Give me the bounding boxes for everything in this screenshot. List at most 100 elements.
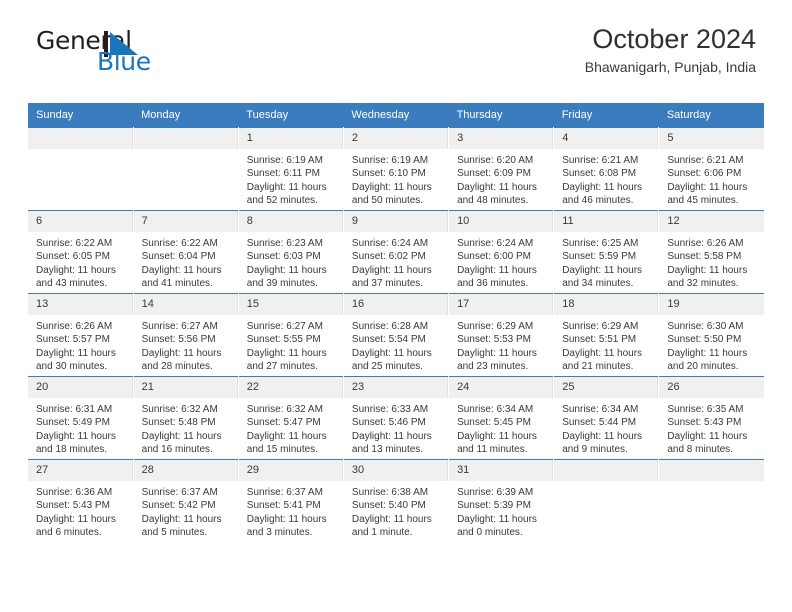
- weekday-header-thursday: Thursday: [448, 103, 554, 128]
- calendar-day-cell[interactable]: 29 Sunrise: 6:37 AM Sunset: 5:41 PM Dayligh…: [238, 459, 344, 542]
- day-number: 1: [238, 128, 343, 149]
- daylight-text: Daylight: 11 hours and 11 minutes.: [457, 430, 537, 456]
- calendar-day-cell[interactable]: 27 Sunrise: 6:36 AM Sunset: 5:43 PM Dayligh…: [28, 459, 134, 542]
- calendar-day-cell[interactable]: 4 Sunrise: 6:21 AM Sunset: 6:08 PM Daylight…: [553, 127, 660, 211]
- sunrise-text: Sunrise: 6:32 AM: [141, 404, 218, 415]
- calendar-day-cell[interactable]: 26 Sunrise: 6:35 AM Sunset: 5:43 PM Dayligh…: [658, 376, 764, 460]
- calendar-day-cell[interactable]: 28 Sunrise: 6:37 AM Sunset: 5:42 PM Dayligh…: [133, 459, 239, 542]
- day-details: Sunrise: 6:37 AM Sunset: 5:42 PM Daylight:…: [134, 481, 238, 540]
- day-number: 23: [343, 377, 449, 398]
- calendar-day-cell[interactable]: 22 Sunrise: 6:32 AM Sunset: 5:47 PM Dayligh…: [238, 376, 344, 460]
- calendar-day-cell[interactable]: 31 Sunrise: 6:39 AM Sunset: 5:39 PM Dayligh…: [448, 459, 555, 542]
- day-number: 28: [133, 460, 238, 481]
- calendar-day-cell[interactable]: 1 Sunrise: 6:19 AM Sunset: 6:11 PM Daylight…: [238, 127, 344, 211]
- sunrise-text: Sunrise: 6:27 AM: [246, 321, 323, 332]
- sunrise-text: Sunrise: 6:35 AM: [667, 404, 744, 415]
- daylight-text: Daylight: 11 hours and 50 minutes.: [351, 181, 432, 207]
- title-block: October 2024 Bhawanigarh, Punjab, India: [585, 22, 756, 78]
- daylight-text: Daylight: 11 hours and 3 minutes.: [246, 513, 327, 539]
- daylight-text: Daylight: 11 hours and 0 minutes.: [457, 513, 537, 539]
- calendar-body: 1 Sunrise: 6:19 AM Sunset: 6:11 PM Daylight…: [28, 127, 764, 542]
- day-details: Sunrise: 6:30 AM Sunset: 5:50 PM Daylight:…: [659, 315, 764, 374]
- calendar-day-cell[interactable]: 18 Sunrise: 6:29 AM Sunset: 5:51 PM Dayligh…: [553, 293, 660, 377]
- weekday-header-monday: Monday: [133, 103, 239, 128]
- calendar-day-cell[interactable]: 30 Sunrise: 6:38 AM Sunset: 5:40 PM Dayligh…: [343, 459, 450, 542]
- sunrise-text: Sunrise: 6:33 AM: [351, 404, 429, 415]
- calendar-day-cell[interactable]: 23 Sunrise: 6:33 AM Sunset: 5:46 PM Dayligh…: [343, 376, 450, 460]
- page-header: General Blue October 2024 Bhawanigarh, P…: [28, 0, 764, 76]
- sunset-text: Sunset: 6:06 PM: [667, 168, 742, 180]
- calendar-day-cell[interactable]: 9 Sunrise: 6:24 AM Sunset: 6:02 PM Daylight…: [343, 210, 450, 294]
- day-details: Sunrise: 6:24 AM Sunset: 6:02 PM Daylight:…: [344, 232, 448, 291]
- day-number: 12: [659, 211, 764, 232]
- calendar-day-cell[interactable]: 14 Sunrise: 6:27 AM Sunset: 5:56 PM Dayligh…: [133, 293, 239, 377]
- calendar-week-row: 20 Sunrise: 6:31 AM Sunset: 5:49 PM Dayligh…: [28, 376, 764, 460]
- day-details: Sunrise: 6:39 AM Sunset: 5:39 PM Daylight:…: [449, 481, 553, 540]
- day-details: Sunrise: 6:29 AM Sunset: 5:51 PM Daylight:…: [554, 315, 658, 374]
- daylight-text: Daylight: 11 hours and 23 minutes.: [457, 347, 537, 373]
- calendar-day-cell[interactable]: 20 Sunrise: 6:31 AM Sunset: 5:49 PM Dayligh…: [28, 376, 134, 460]
- calendar-day-cell[interactable]: 6 Sunrise: 6:22 AM Sunset: 6:05 PM Daylight…: [28, 210, 134, 294]
- day-number: [133, 128, 238, 149]
- day-details: Sunrise: 6:21 AM Sunset: 6:06 PM Daylight:…: [659, 149, 764, 208]
- calendar-day-cell[interactable]: 25 Sunrise: 6:34 AM Sunset: 5:44 PM Dayligh…: [553, 376, 660, 460]
- calendar-day-cell[interactable]: 8 Sunrise: 6:23 AM Sunset: 6:03 PM Daylight…: [238, 210, 344, 294]
- sunset-text: Sunset: 5:43 PM: [667, 417, 742, 429]
- day-details: Sunrise: 6:35 AM Sunset: 5:43 PM Daylight:…: [659, 398, 764, 457]
- daylight-text: Daylight: 11 hours and 37 minutes.: [351, 264, 432, 290]
- day-details: Sunrise: 6:20 AM Sunset: 6:09 PM Daylight:…: [449, 149, 553, 208]
- sunrise-text: Sunrise: 6:34 AM: [457, 404, 534, 415]
- day-number: 5: [659, 128, 764, 149]
- sunrise-text: Sunrise: 6:19 AM: [246, 155, 323, 166]
- sunset-text: Sunset: 5:41 PM: [246, 500, 321, 512]
- calendar-day-cell[interactable]: 16 Sunrise: 6:28 AM Sunset: 5:54 PM Dayligh…: [343, 293, 450, 377]
- sunrise-text: Sunrise: 6:30 AM: [667, 321, 744, 332]
- calendar-day-cell[interactable]: 13 Sunrise: 6:26 AM Sunset: 5:57 PM Dayligh…: [28, 293, 134, 377]
- page-subtitle: Bhawanigarh, Punjab, India: [584, 59, 756, 75]
- day-details: Sunrise: 6:32 AM Sunset: 5:47 PM Daylight:…: [239, 398, 343, 457]
- day-details: Sunrise: 6:26 AM Sunset: 5:58 PM Daylight:…: [659, 232, 764, 291]
- sunrise-text: Sunrise: 6:22 AM: [141, 238, 218, 249]
- calendar-day-cell[interactable]: 19 Sunrise: 6:30 AM Sunset: 5:50 PM Dayligh…: [658, 293, 764, 377]
- day-details: Sunrise: 6:37 AM Sunset: 5:41 PM Daylight:…: [239, 481, 343, 540]
- calendar-day-cell[interactable]: 11 Sunrise: 6:25 AM Sunset: 5:59 PM Dayligh…: [553, 210, 660, 294]
- daylight-text: Daylight: 11 hours and 20 minutes.: [667, 347, 748, 373]
- sunset-text: Sunset: 5:50 PM: [667, 334, 742, 346]
- day-number: [554, 460, 659, 481]
- calendar-day-cell[interactable]: 5 Sunrise: 6:21 AM Sunset: 6:06 PM Daylight…: [658, 127, 764, 211]
- sunset-text: Sunset: 6:00 PM: [457, 251, 531, 263]
- calendar-day-cell-empty: [553, 459, 660, 542]
- daylight-text: Daylight: 11 hours and 1 minute.: [351, 513, 432, 539]
- day-number: 21: [133, 377, 238, 398]
- page-title: October 2024: [592, 24, 756, 54]
- day-number: 20: [28, 377, 133, 398]
- sunset-text: Sunset: 5:59 PM: [562, 251, 637, 263]
- day-number: 15: [238, 294, 343, 315]
- general-blue-logo[interactable]: General Blue: [36, 26, 246, 76]
- calendar-day-cell[interactable]: 3 Sunrise: 6:20 AM Sunset: 6:09 PM Daylight…: [448, 127, 555, 211]
- day-details: Sunrise: 6:22 AM Sunset: 6:04 PM Daylight:…: [134, 232, 238, 291]
- calendar-day-cell[interactable]: 10 Sunrise: 6:24 AM Sunset: 6:00 PM Dayligh…: [448, 210, 555, 294]
- calendar-day-cell[interactable]: 21 Sunrise: 6:32 AM Sunset: 5:48 PM Dayligh…: [133, 376, 239, 460]
- daylight-text: Daylight: 11 hours and 25 minutes.: [351, 347, 432, 373]
- daylight-text: Daylight: 11 hours and 8 minutes.: [667, 430, 748, 456]
- calendar-day-cell[interactable]: 17 Sunrise: 6:29 AM Sunset: 5:53 PM Dayligh…: [448, 293, 555, 377]
- calendar-day-cell[interactable]: 12 Sunrise: 6:26 AM Sunset: 5:58 PM Dayligh…: [658, 210, 764, 294]
- sunrise-text: Sunrise: 6:27 AM: [141, 321, 218, 332]
- sunset-text: Sunset: 5:49 PM: [36, 417, 110, 429]
- daylight-text: Daylight: 11 hours and 28 minutes.: [141, 347, 222, 373]
- calendar-day-cell[interactable]: 24 Sunrise: 6:34 AM Sunset: 5:45 PM Dayligh…: [448, 376, 555, 460]
- sunset-text: Sunset: 6:11 PM: [246, 168, 320, 180]
- calendar-day-cell[interactable]: 2 Sunrise: 6:19 AM Sunset: 6:10 PM Daylight…: [343, 127, 450, 211]
- calendar-week-row: 27 Sunrise: 6:36 AM Sunset: 5:43 PM Dayligh…: [28, 459, 764, 542]
- sunset-text: Sunset: 5:56 PM: [141, 334, 216, 346]
- daylight-text: Daylight: 11 hours and 46 minutes.: [562, 181, 643, 207]
- sunset-text: Sunset: 6:08 PM: [562, 168, 637, 180]
- day-details: Sunrise: 6:32 AM Sunset: 5:48 PM Daylight:…: [134, 398, 238, 457]
- calendar-day-cell[interactable]: 15 Sunrise: 6:27 AM Sunset: 5:55 PM Dayligh…: [238, 293, 344, 377]
- day-number: 16: [343, 294, 449, 315]
- daylight-text: Daylight: 11 hours and 41 minutes.: [141, 264, 222, 290]
- sunrise-text: Sunrise: 6:21 AM: [667, 155, 744, 166]
- calendar-day-cell[interactable]: 7 Sunrise: 6:22 AM Sunset: 6:04 PM Daylight…: [133, 210, 239, 294]
- sunrise-text: Sunrise: 6:39 AM: [457, 487, 534, 498]
